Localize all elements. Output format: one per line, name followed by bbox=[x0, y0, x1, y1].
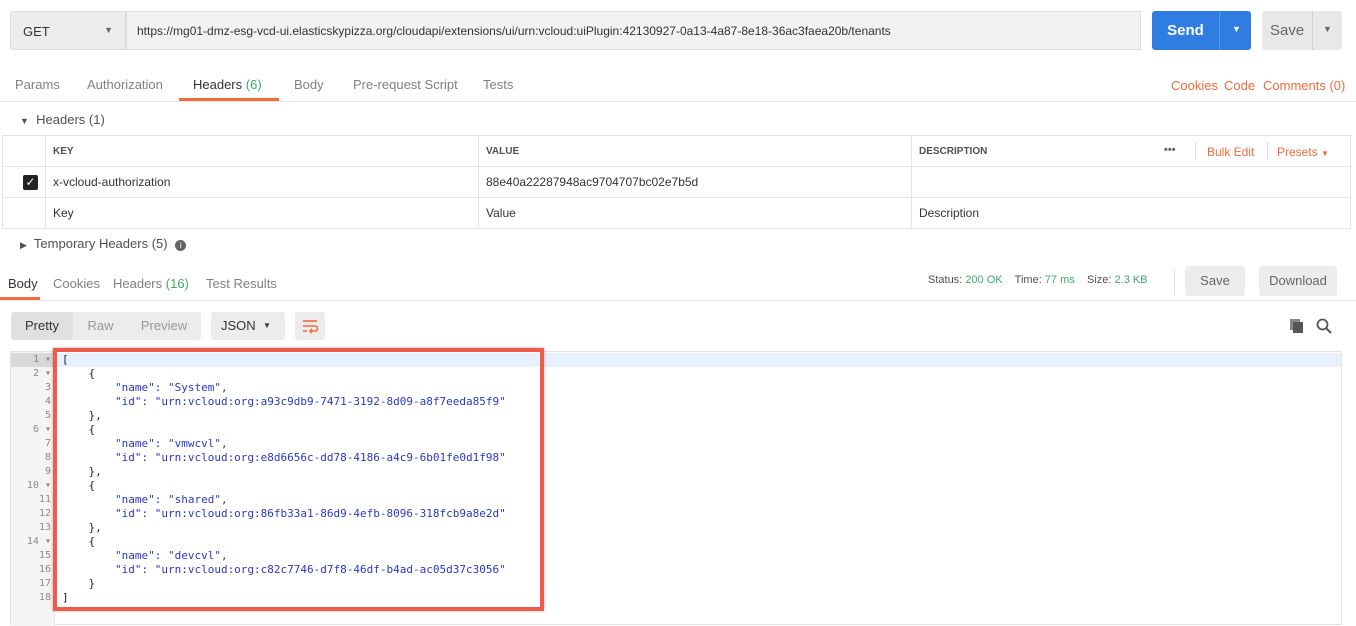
line-number: 7 bbox=[44, 438, 51, 449]
col-description: DESCRIPTION ••• Bulk Edit Presets ▼ bbox=[911, 135, 1351, 167]
preview-button[interactable]: Preview bbox=[131, 312, 197, 340]
active-tab-indicator bbox=[179, 98, 279, 101]
presets-dropdown[interactable]: Presets ▼ bbox=[1277, 145, 1329, 159]
resp-tab-headers-label: Headers bbox=[113, 276, 163, 291]
send-label: Send bbox=[1167, 22, 1204, 39]
table-row: ✓ x-vcloud-authorization 88e40a22287948a… bbox=[2, 166, 1351, 198]
status-info: Status: 200 OK Time: 77 ms Size: 2.3 KB bbox=[928, 274, 1148, 286]
status-label: Status: bbox=[928, 274, 963, 286]
view-mode-group: Pretty Raw Preview bbox=[11, 312, 201, 340]
headers-table: KEY VALUE DESCRIPTION ••• Bulk Edit Pres… bbox=[2, 135, 1351, 229]
pretty-button[interactable]: Pretty bbox=[11, 312, 73, 340]
caret-right-icon: ▶ bbox=[20, 240, 27, 250]
line-number: 11 bbox=[38, 494, 51, 505]
save-response-button[interactable]: Save bbox=[1185, 266, 1245, 296]
line-number: 4 bbox=[44, 396, 51, 407]
send-button[interactable]: Send ▼ bbox=[1152, 11, 1251, 50]
tab-body[interactable]: Body bbox=[294, 77, 324, 92]
size-label: Size: bbox=[1087, 274, 1112, 286]
method-value: GET bbox=[23, 24, 50, 39]
resp-tab-cookies[interactable]: Cookies bbox=[53, 276, 100, 291]
bulk-edit-link[interactable]: Bulk Edit bbox=[1207, 145, 1254, 159]
tab-headers-label: Headers bbox=[193, 77, 243, 92]
comments-link[interactable]: Comments (0) bbox=[1263, 78, 1345, 93]
wrap-lines-button[interactable] bbox=[295, 312, 325, 340]
search-icon[interactable] bbox=[1315, 317, 1333, 335]
col-key: KEY bbox=[45, 135, 479, 167]
size-value: 2.3 KB bbox=[1114, 274, 1148, 286]
tab-authorization[interactable]: Authorization bbox=[87, 77, 163, 92]
send-dropdown-icon[interactable]: ▼ bbox=[1232, 24, 1241, 34]
caret-down-icon: ▼ bbox=[20, 116, 29, 126]
line-number: 15 bbox=[38, 550, 51, 561]
chevron-down-icon: ▼ bbox=[1321, 149, 1329, 158]
resp-tab-body[interactable]: Body bbox=[8, 276, 38, 291]
line-number: 17 bbox=[38, 578, 51, 589]
line-number: 14 ▾ bbox=[26, 536, 51, 547]
tab-headers[interactable]: Headers (6) bbox=[193, 77, 262, 92]
highlight-box bbox=[53, 348, 544, 611]
tab-pre-request-script[interactable]: Pre-request Script bbox=[353, 77, 458, 92]
tab-headers-count: (6) bbox=[245, 77, 262, 92]
new-value-input[interactable]: Value bbox=[478, 197, 912, 229]
line-number: 12 bbox=[38, 508, 51, 519]
time-label: Time: bbox=[1014, 274, 1042, 286]
table-header-row: KEY VALUE DESCRIPTION ••• Bulk Edit Pres… bbox=[2, 135, 1351, 167]
time-value: 77 ms bbox=[1044, 274, 1075, 286]
url-input[interactable]: https://mg01-dmz-esg-vcd-ui.elasticskypi… bbox=[126, 11, 1141, 50]
resp-tab-headers-count: (16) bbox=[165, 276, 189, 291]
save-button[interactable]: Save ▼ bbox=[1262, 11, 1342, 50]
header-key[interactable]: x-vcloud-authorization bbox=[45, 166, 479, 198]
copy-icon[interactable] bbox=[1288, 318, 1306, 334]
status-value: 200 OK bbox=[965, 274, 1003, 286]
line-number: 9 bbox=[44, 466, 51, 477]
format-select[interactable]: JSON ▼ bbox=[211, 312, 285, 340]
header-enabled-checkbox[interactable]: ✓ bbox=[23, 174, 38, 190]
line-number: 6 ▾ bbox=[32, 424, 51, 435]
line-number: 10 ▾ bbox=[26, 480, 51, 491]
chevron-down-icon: ▼ bbox=[104, 25, 113, 35]
request-tabs: Params Authorization Headers (6) Body Pr… bbox=[0, 62, 1356, 102]
resp-tab-headers[interactable]: Headers (16) bbox=[113, 276, 189, 291]
new-description-input[interactable]: Description bbox=[911, 197, 1351, 229]
temporary-headers-title: Temporary Headers (5) bbox=[33, 236, 168, 251]
headers-section-title: Headers (1) bbox=[36, 112, 105, 127]
tab-tests[interactable]: Tests bbox=[483, 77, 513, 92]
code-link[interactable]: Code bbox=[1224, 78, 1255, 93]
download-button[interactable]: Download bbox=[1259, 266, 1337, 296]
table-row-new: Key Value Description bbox=[2, 197, 1351, 229]
save-dropdown-icon[interactable]: ▼ bbox=[1323, 24, 1332, 34]
chevron-down-icon: ▼ bbox=[263, 321, 271, 330]
presets-label: Presets bbox=[1277, 145, 1318, 159]
info-icon[interactable]: i bbox=[175, 240, 187, 251]
method-select[interactable]: GET ▼ bbox=[10, 11, 126, 50]
save-label: Save bbox=[1270, 22, 1305, 39]
more-icon[interactable]: ••• bbox=[1164, 144, 1176, 156]
request-bar: GET ▼ https://mg01-dmz-esg-vcd-ui.elastic… bbox=[0, 0, 1356, 62]
response-tabs: Body Cookies Headers (16) Test Results S… bbox=[0, 262, 1356, 301]
headers-section-toggle[interactable]: ▼ Headers (1) bbox=[20, 112, 105, 127]
format-value: JSON bbox=[221, 318, 256, 333]
line-number: 8 bbox=[44, 452, 51, 463]
line-number: 5 bbox=[44, 410, 51, 421]
tab-params[interactable]: Params bbox=[15, 77, 60, 92]
line-number: 16 bbox=[38, 564, 51, 575]
resp-tab-test-results[interactable]: Test Results bbox=[206, 276, 277, 291]
cookies-link[interactable]: Cookies bbox=[1171, 78, 1218, 93]
col-description-label: DESCRIPTION bbox=[919, 145, 988, 157]
new-key-input[interactable]: Key bbox=[45, 197, 479, 229]
line-number: 3 bbox=[44, 382, 51, 393]
line-number: 13 bbox=[38, 522, 51, 533]
active-resp-tab-indicator bbox=[0, 297, 40, 300]
line-number: 18 bbox=[38, 592, 51, 603]
wrap-icon bbox=[303, 320, 319, 334]
header-value[interactable]: 88e40a22287948ac9704707bc02e7b5d bbox=[478, 166, 912, 198]
line-number: 1 ▾ bbox=[32, 354, 51, 365]
raw-button[interactable]: Raw bbox=[73, 312, 128, 340]
temporary-headers-toggle[interactable]: ▶ Temporary Headers (5) i bbox=[20, 236, 187, 251]
col-value: VALUE bbox=[478, 135, 912, 167]
line-number: 2 ▾ bbox=[32, 368, 51, 379]
header-description[interactable] bbox=[911, 166, 1351, 198]
